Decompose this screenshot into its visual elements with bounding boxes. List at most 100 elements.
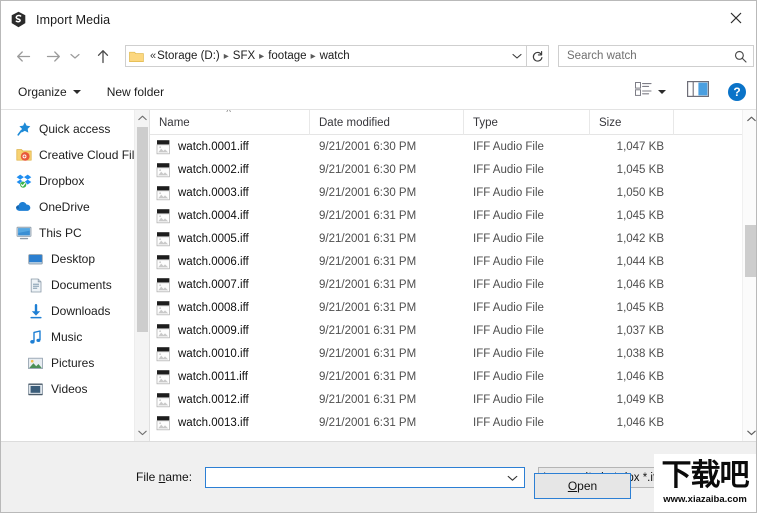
file-name-text: watch.0004.iff	[178, 209, 249, 222]
file-name-field[interactable]	[205, 467, 525, 488]
table-row[interactable]: watch.0011.iff 9/21/2001 6:31 PM IFF Audio…	[150, 365, 756, 388]
sidebar-item-desktop[interactable]: Desktop	[1, 246, 149, 272]
sidebar-item-documents[interactable]: Documents	[1, 272, 149, 298]
table-row[interactable]: watch.0005.iff 9/21/2001 6:31 PM IFF Audio…	[150, 227, 756, 250]
arrow-right-icon[interactable]	[41, 44, 65, 68]
table-row[interactable]: watch.0010.iff 9/21/2001 6:31 PM IFF Audio…	[150, 342, 756, 365]
breadcrumb-item-2[interactable]: footage	[268, 50, 306, 62]
table-row[interactable]: watch.0012.iff 9/21/2001 6:31 PM IFF Audio…	[150, 388, 756, 411]
column-header-name[interactable]: ˄ Name	[150, 110, 310, 135]
file-size-cell: 1,045 KB	[616, 209, 664, 222]
file-list-scrollbar-thumb[interactable]	[745, 225, 756, 277]
search-icon[interactable]	[734, 50, 747, 63]
arrow-up-icon[interactable]	[91, 44, 115, 68]
breadcrumb-item-0[interactable]: Storage (D:)	[157, 50, 220, 62]
open-button[interactable]: Open	[534, 473, 631, 499]
table-row[interactable]: watch.0008.iff 9/21/2001 6:31 PM IFF Audio…	[150, 296, 756, 319]
search-box[interactable]	[558, 45, 754, 67]
breadcrumb-item-3[interactable]: watch	[320, 50, 350, 62]
file-name-text: watch.0013.iff	[178, 416, 249, 429]
file-size-cell: 1,037 KB	[616, 324, 664, 337]
chevron-up-icon[interactable]	[743, 110, 756, 127]
new-folder-button[interactable]: New folder	[100, 80, 171, 104]
file-name-text: watch.0011.iff	[178, 370, 248, 383]
close-button[interactable]	[713, 1, 756, 34]
sidebar-item-quick-access[interactable]: Quick access	[1, 116, 149, 142]
chevron-down-icon[interactable]	[507, 474, 518, 482]
sidebar-item-onedrive[interactable]: OneDrive	[1, 194, 149, 220]
column-header-row: ˄ Name Date modified Type Size	[150, 110, 756, 135]
sidebar-item-this-pc[interactable]: This PC	[1, 220, 149, 246]
file-date-cell: 9/21/2001 6:30 PM	[319, 163, 417, 176]
file-rows: watch.0001.iff 9/21/2001 6:30 PM IFF Audio…	[150, 135, 756, 434]
preview-pane-button[interactable]	[686, 81, 710, 102]
iff-file-icon	[156, 323, 171, 339]
title-bar: Import Media	[1, 1, 756, 38]
arrow-left-icon[interactable]	[11, 44, 35, 68]
toolbar-right-group: ?	[631, 80, 746, 104]
file-name-text: watch.0010.iff	[178, 347, 249, 360]
breadcrumb-item-1[interactable]: SFX	[233, 50, 255, 62]
iff-file-icon	[156, 254, 171, 270]
import-media-dialog: Import Media « Storage (D:) ▸ SFX ▸ foot…	[0, 0, 757, 513]
file-list-scrollbar[interactable]	[742, 110, 756, 441]
chevron-down-icon[interactable]	[717, 474, 728, 482]
sidebar-item-music[interactable]: Music	[1, 324, 149, 350]
open-label-post: pen	[577, 479, 598, 493]
file-date-cell: 9/21/2001 6:31 PM	[319, 324, 417, 337]
file-name-text: watch.0008.iff	[178, 301, 249, 314]
star-pin-icon	[15, 121, 32, 138]
table-row[interactable]: watch.0004.iff 9/21/2001 6:31 PM IFF Audio…	[150, 204, 756, 227]
chevron-down-icon[interactable]	[135, 425, 149, 441]
table-row[interactable]: watch.0001.iff 9/21/2001 6:30 PM IFF Audio…	[150, 135, 756, 158]
sidebar-item-videos[interactable]: Videos	[1, 376, 149, 402]
window-title: Import Media	[36, 12, 111, 27]
table-row[interactable]: watch.0003.iff 9/21/2001 6:30 PM IFF Audio…	[150, 181, 756, 204]
view-options-button[interactable]	[631, 80, 670, 104]
sidebar-scrollbar-thumb[interactable]	[137, 127, 148, 332]
table-row[interactable]: watch.0009.iff 9/21/2001 6:31 PM IFF Audio…	[150, 319, 756, 342]
column-header-date-modified[interactable]: Date modified	[310, 110, 464, 135]
table-row[interactable]: watch.0007.iff 9/21/2001 6:31 PM IFF Audio…	[150, 273, 756, 296]
organize-button[interactable]: Organize	[11, 80, 88, 104]
navigation-bar: « Storage (D:) ▸ SFX ▸ footage ▸ watch	[1, 38, 756, 74]
file-name-label-post: ame:	[165, 470, 193, 484]
this-pc-icon	[15, 225, 32, 242]
file-name-cell: watch.0002.iff	[150, 162, 310, 178]
sidebar-item-dropbox[interactable]: Dropbox	[1, 168, 149, 194]
sidebar-item-creative-cloud-files[interactable]: Creative Cloud Fil	[1, 142, 149, 168]
file-type-cell: IFF Audio File	[473, 140, 544, 153]
sidebar-scrollbar[interactable]	[134, 110, 149, 441]
sidebar-item-pictures[interactable]: Pictures	[1, 350, 149, 376]
column-header-type[interactable]: Type	[464, 110, 590, 135]
file-size-cell: 1,050 KB	[616, 186, 664, 199]
chevron-down-icon[interactable]	[508, 46, 526, 66]
file-name-text: watch.0001.iff	[178, 140, 249, 153]
chevron-up-icon[interactable]	[135, 110, 149, 126]
file-name-cell: watch.0007.iff	[150, 277, 310, 293]
sidebar-item-label: Creative Cloud Fil	[39, 148, 135, 162]
table-row[interactable]: watch.0006.iff 9/21/2001 6:31 PM IFF Audio…	[150, 250, 756, 273]
file-name-input[interactable]	[206, 469, 503, 486]
file-size-cell: 1,045 KB	[616, 163, 664, 176]
open-label-accel: O	[567, 479, 578, 493]
folder-icon	[129, 50, 144, 63]
iff-file-icon	[156, 208, 171, 224]
chevron-down-icon[interactable]	[658, 89, 666, 94]
refresh-icon[interactable]	[527, 45, 549, 67]
address-bar[interactable]: « Storage (D:) ▸ SFX ▸ footage ▸ watch	[125, 45, 527, 67]
file-date-cell: 9/21/2001 6:31 PM	[319, 393, 417, 406]
sidebar-item-downloads[interactable]: Downloads	[1, 298, 149, 324]
chevron-down-icon[interactable]	[67, 44, 83, 68]
file-size-cell: 1,046 KB	[616, 278, 664, 291]
column-header-size[interactable]: Size	[590, 110, 674, 135]
chevron-down-icon[interactable]	[743, 424, 756, 441]
help-icon[interactable]: ?	[728, 82, 746, 101]
table-row[interactable]: watch.0002.iff 9/21/2001 6:30 PM IFF Audio…	[150, 158, 756, 181]
videos-icon	[27, 381, 44, 398]
file-name-cell: watch.0008.iff	[150, 300, 310, 316]
breadcrumb-overflow[interactable]: «	[144, 50, 157, 62]
column-header-label: Type	[473, 116, 498, 129]
table-row[interactable]: watch.0013.iff 9/21/2001 6:31 PM IFF Audio…	[150, 411, 756, 434]
search-input[interactable]	[559, 49, 729, 63]
